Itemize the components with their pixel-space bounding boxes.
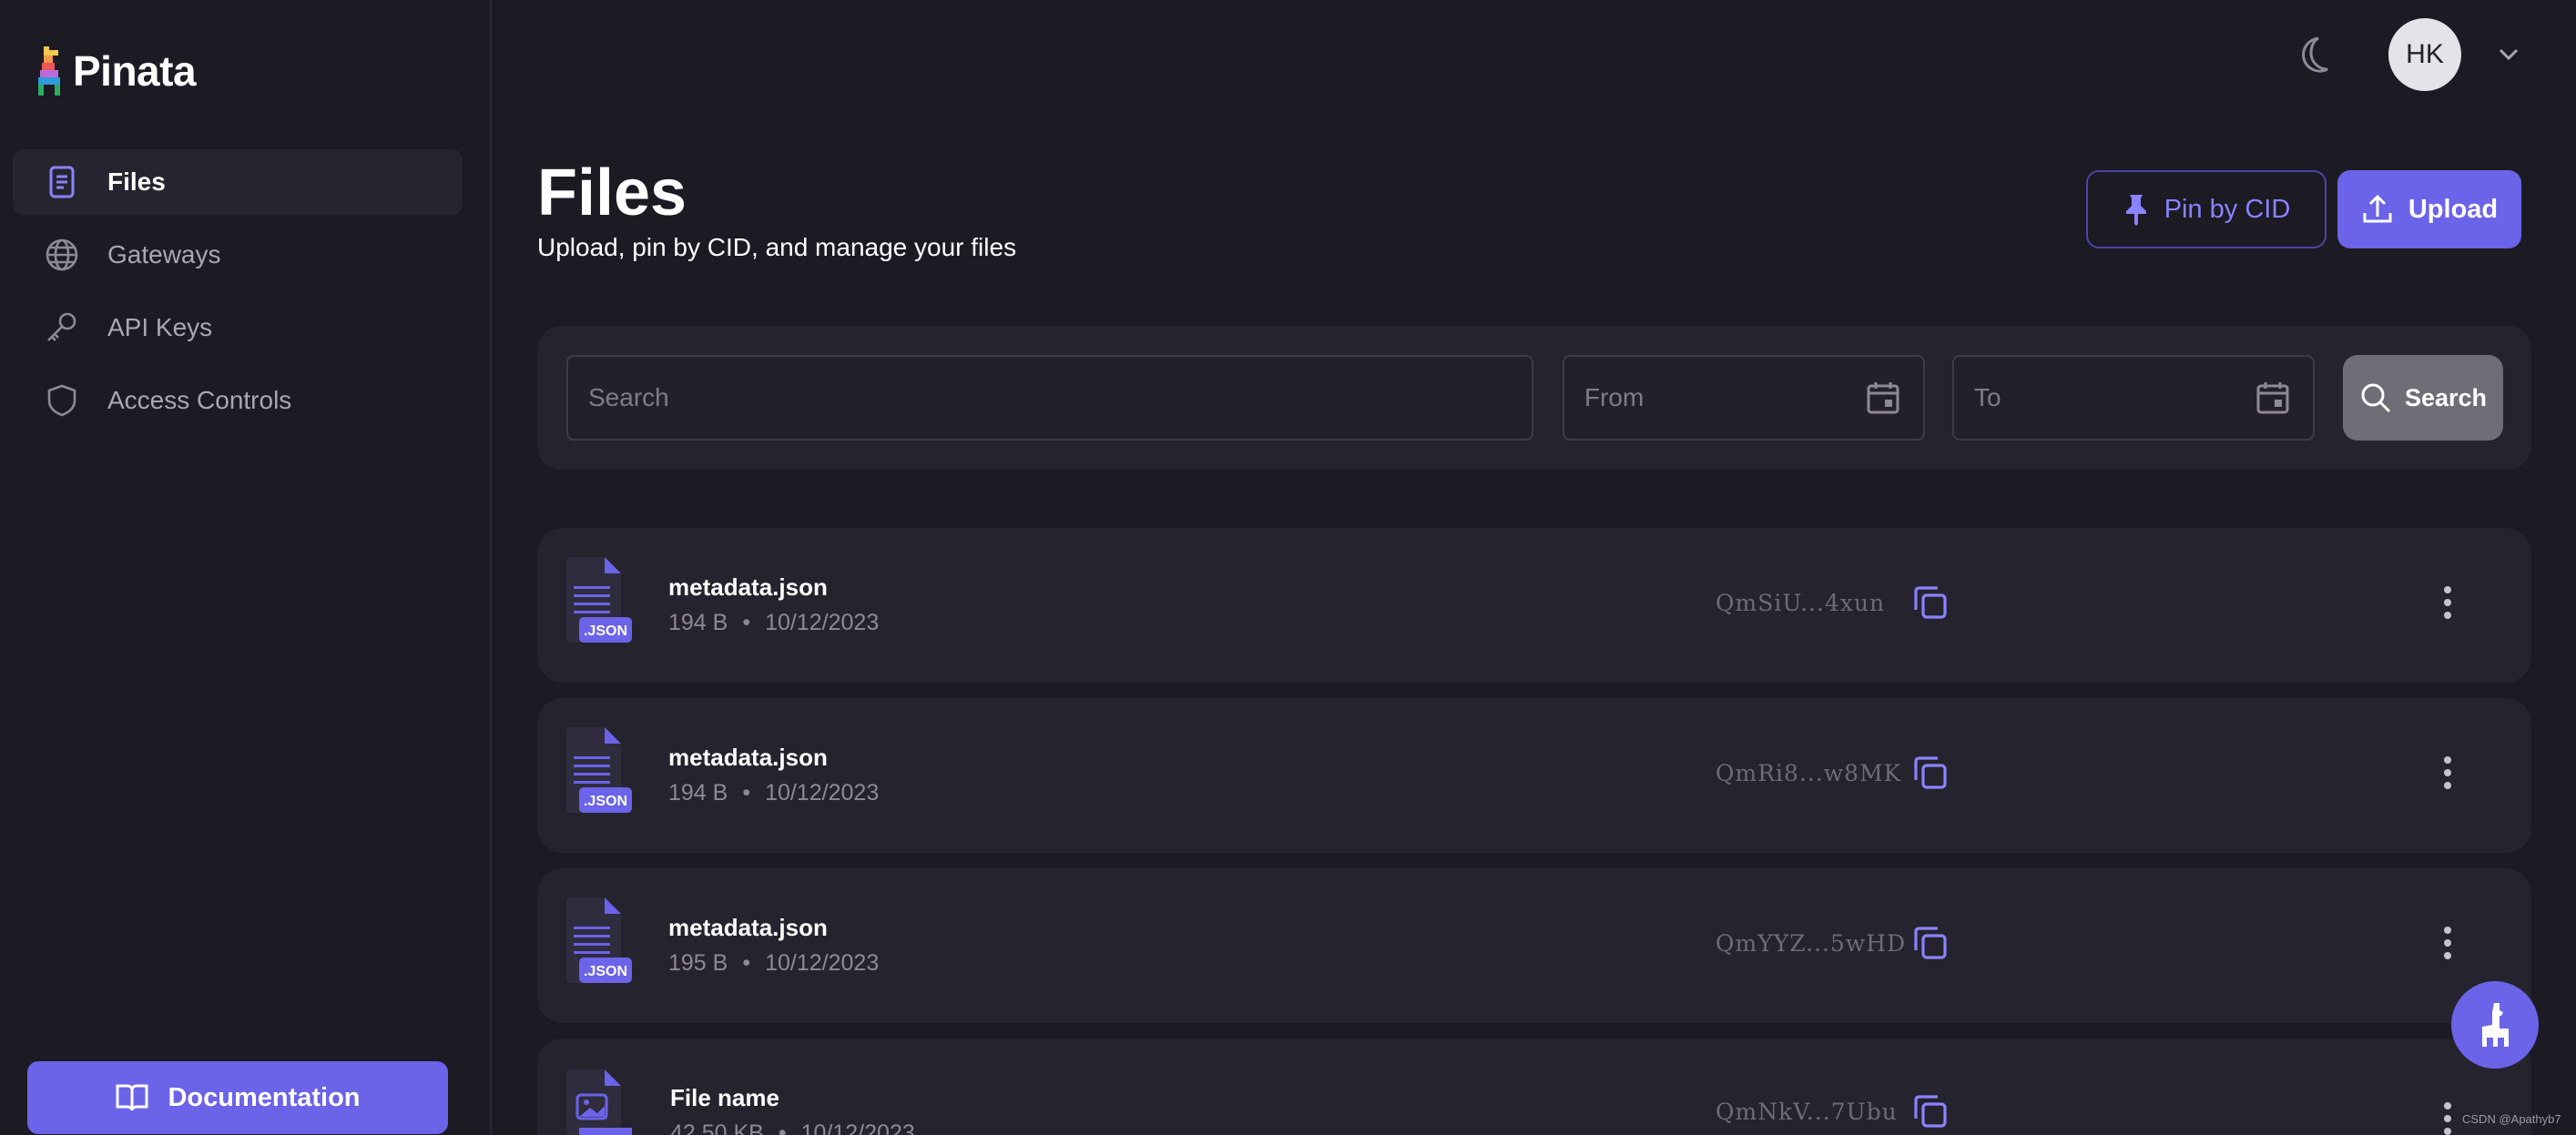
brand-name: Pinata xyxy=(73,47,197,95)
upload-label: Upload xyxy=(2408,194,2499,224)
calendar-icon[interactable] xyxy=(2255,380,2291,416)
sidebar-item-api-keys[interactable]: API Keys xyxy=(13,295,463,360)
json-file-icon: .JSON xyxy=(566,557,632,643)
watermark: CSDN @Apathyb7 xyxy=(2462,1112,2561,1126)
documentation-button[interactable]: Documentation xyxy=(27,1061,448,1134)
file-size: 195 B xyxy=(668,950,728,976)
file-name: metadata.json xyxy=(668,744,828,771)
file-meta: 194 B • 10/12/2023 xyxy=(668,780,880,806)
copy-icon[interactable] xyxy=(1910,923,1950,963)
sidebar-item-gateways[interactable]: Gateways xyxy=(13,222,463,288)
file-date: 10/12/2023 xyxy=(765,780,880,806)
file-date: 10/12/2023 xyxy=(765,610,880,635)
sidebar-item-label: Gateways xyxy=(107,240,221,269)
search-button-label: Search xyxy=(2404,383,2488,411)
key-icon xyxy=(47,312,76,341)
file-cid: QmYYZ...5wHD xyxy=(1716,930,1907,957)
sidebar-item-label: Access Controls xyxy=(107,386,292,414)
file-name: metadata.json xyxy=(668,914,828,941)
file-cid: QmSiU...4xun xyxy=(1716,590,1886,616)
search-field[interactable] xyxy=(566,355,1533,441)
file-row[interactable]: File name 42.50 KB • 10/12/2023 QmNkV...7U… xyxy=(537,1039,2531,1135)
llama-logo-icon xyxy=(38,46,60,96)
sidebar-item-label: API Keys xyxy=(107,313,213,341)
file-size: 194 B xyxy=(668,780,728,806)
file-size: 194 B xyxy=(668,610,728,635)
theme-toggle-button[interactable] xyxy=(2291,33,2338,80)
pin-by-cid-label: Pin by CID xyxy=(2164,194,2291,224)
to-date-field[interactable] xyxy=(1952,355,2315,441)
app-root: Pinata Files Gateways API Keys Access Co… xyxy=(0,0,2576,1135)
upload-button[interactable]: Upload xyxy=(2337,170,2521,248)
account-menu-toggle[interactable] xyxy=(2495,40,2522,67)
file-name: File name xyxy=(670,1084,779,1111)
json-file-icon: .JSON xyxy=(566,897,632,983)
sidebar-nav: Files Gateways API Keys Access Controls xyxy=(13,149,463,441)
sidebar-item-access-controls[interactable]: Access Controls xyxy=(13,368,463,433)
file-cid: QmRi8...w8MK xyxy=(1716,760,1902,786)
pinata-logo[interactable]: Pinata xyxy=(35,44,197,98)
globe-icon xyxy=(46,238,78,271)
page-title: Files xyxy=(537,157,687,229)
file-row[interactable]: .JSON metadata.json 194 B • 10/12/2023 QmR… xyxy=(537,698,2531,853)
copy-icon[interactable] xyxy=(1910,583,1950,623)
file-size: 42.50 KB xyxy=(670,1120,764,1135)
sidebar: Pinata Files Gateways API Keys Access Co… xyxy=(0,0,492,1135)
file-icon xyxy=(49,166,75,198)
avatar[interactable]: HK xyxy=(2388,18,2461,91)
copy-icon[interactable] xyxy=(1910,1091,1950,1131)
help-chat-button[interactable] xyxy=(2451,981,2539,1069)
more-options-icon[interactable] xyxy=(2440,755,2455,791)
chevron-down-icon xyxy=(2499,48,2519,61)
search-input[interactable] xyxy=(588,383,1532,412)
file-type-badge: .JSON xyxy=(584,964,627,979)
more-options-icon[interactable] xyxy=(2440,925,2455,961)
calendar-icon[interactable] xyxy=(1865,380,1901,416)
json-file-icon: .JSON xyxy=(566,727,632,813)
file-row[interactable]: .JSON metadata.json 195 B • 10/12/2023 QmY… xyxy=(537,868,2531,1023)
filter-panel: Search xyxy=(537,326,2531,470)
file-date: 10/12/2023 xyxy=(800,1120,915,1135)
file-meta: 195 B • 10/12/2023 xyxy=(668,950,880,976)
pin-by-cid-button[interactable]: Pin by CID xyxy=(2086,170,2327,248)
more-options-icon[interactable] xyxy=(2440,1100,2455,1135)
image-file-icon xyxy=(566,1069,632,1135)
sidebar-item-label: Files xyxy=(107,167,166,196)
moon-icon xyxy=(2302,36,2328,73)
file-type-badge: .JSON xyxy=(584,623,627,639)
pin-icon xyxy=(2125,195,2146,226)
more-options-icon[interactable] xyxy=(2440,584,2455,621)
file-date: 10/12/2023 xyxy=(765,950,880,976)
sidebar-item-files[interactable]: Files xyxy=(13,149,463,215)
search-icon xyxy=(2361,383,2391,413)
file-row[interactable]: .JSON metadata.json 194 B • 10/12/2023 QmS… xyxy=(537,528,2531,683)
llama-icon xyxy=(2482,1003,2509,1047)
file-type-badge: .JSON xyxy=(584,794,627,809)
search-button[interactable]: Search xyxy=(2343,355,2503,441)
file-meta: 194 B • 10/12/2023 xyxy=(668,610,880,635)
file-cid: QmNkV...7Ubu xyxy=(1716,1099,1898,1125)
upload-icon xyxy=(2363,194,2392,223)
avatar-initials: HK xyxy=(2406,39,2444,69)
file-meta: 42.50 KB • 10/12/2023 xyxy=(670,1120,915,1135)
shield-icon xyxy=(47,384,76,417)
from-date-field[interactable] xyxy=(1563,355,1925,441)
documentation-label: Documentation xyxy=(168,1082,361,1112)
book-icon xyxy=(116,1084,148,1111)
file-name: metadata.json xyxy=(668,573,828,601)
page-subtitle: Upload, pin by CID, and manage your file… xyxy=(537,233,1017,261)
copy-icon[interactable] xyxy=(1910,753,1950,793)
